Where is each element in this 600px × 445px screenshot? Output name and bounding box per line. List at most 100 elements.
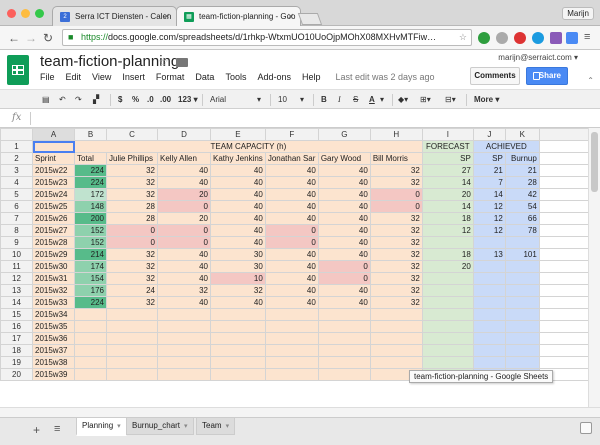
row-header[interactable]: 8: [0, 224, 33, 237]
share-button[interactable]: Share: [526, 67, 568, 85]
cell[interactable]: [538, 296, 595, 309]
column-header[interactable]: D: [157, 128, 211, 141]
cell[interactable]: 0: [264, 224, 319, 237]
cell[interactable]: 32: [369, 248, 423, 261]
cell[interactable]: [317, 308, 371, 321]
cell[interactable]: 10: [210, 272, 266, 285]
explore-icon[interactable]: [580, 422, 592, 434]
cell[interactable]: 2015w27: [32, 224, 75, 237]
forecast-title[interactable]: FORECAST: [421, 140, 474, 153]
menu-data[interactable]: Data: [195, 72, 214, 82]
row-header[interactable]: 5: [0, 188, 33, 201]
cell[interactable]: [538, 164, 595, 177]
cell[interactable]: [369, 344, 423, 357]
cell[interactable]: 40: [317, 164, 371, 177]
cell[interactable]: [157, 356, 211, 369]
cell[interactable]: [106, 332, 158, 345]
cell[interactable]: 172: [74, 188, 107, 201]
column-header[interactable]: A: [32, 128, 75, 141]
cell[interactable]: 40: [157, 260, 211, 273]
cell[interactable]: [538, 152, 595, 165]
header-cell[interactable]: Bill Morris: [369, 152, 423, 165]
cell[interactable]: 14: [472, 188, 506, 201]
last-edit-link[interactable]: Last edit was 2 days ago: [336, 72, 435, 82]
column-header[interactable]: J: [472, 128, 506, 141]
cell[interactable]: 28: [106, 200, 158, 213]
cell[interactable]: [472, 284, 506, 297]
cell[interactable]: 14: [421, 176, 474, 189]
menu-tools[interactable]: Tools: [225, 72, 246, 82]
cell[interactable]: [421, 344, 474, 357]
fill-color-icon[interactable]: ◆▾: [398, 93, 408, 106]
cell[interactable]: [74, 356, 107, 369]
cell[interactable]: 0: [369, 188, 423, 201]
cell[interactable]: 32: [106, 296, 158, 309]
cell[interactable]: 32: [106, 164, 158, 177]
row-header[interactable]: 6: [0, 200, 33, 213]
cell[interactable]: 18: [421, 248, 474, 261]
row-header[interactable]: 11: [0, 260, 33, 273]
merge-cells-icon[interactable]: ⊟▾: [445, 93, 456, 106]
cell[interactable]: [74, 308, 107, 321]
header-cell[interactable]: Gary Wood: [317, 152, 371, 165]
header-cell[interactable]: SP: [472, 152, 506, 165]
cell[interactable]: 32: [369, 284, 423, 297]
cell[interactable]: [421, 296, 474, 309]
cell[interactable]: 154: [74, 272, 107, 285]
font-dropdown-icon[interactable]: ▾: [257, 93, 261, 106]
cell[interactable]: 20: [421, 260, 474, 273]
cell[interactable]: [538, 332, 595, 345]
cell[interactable]: [472, 272, 506, 285]
cell[interactable]: 21: [504, 164, 540, 177]
cell[interactable]: 32: [369, 260, 423, 273]
cell[interactable]: 0: [317, 260, 371, 273]
all-sheets-button[interactable]: ≡: [54, 423, 60, 435]
cell[interactable]: 214: [74, 248, 107, 261]
cell[interactable]: [472, 260, 506, 273]
cell[interactable]: [157, 308, 211, 321]
new-tab-button[interactable]: [297, 13, 323, 25]
cell[interactable]: 32: [106, 248, 158, 261]
cell[interactable]: 40: [210, 176, 266, 189]
cell[interactable]: 40: [264, 272, 319, 285]
cell[interactable]: 12: [472, 224, 506, 237]
sheet-tab-team[interactable]: Team ▾: [196, 418, 236, 435]
strikethrough-button[interactable]: S: [353, 93, 358, 106]
cell[interactable]: 30: [210, 248, 266, 261]
cell[interactable]: 2015w35: [32, 320, 75, 333]
row-header[interactable]: 15: [0, 308, 33, 321]
cell[interactable]: [369, 332, 423, 345]
cell[interactable]: [538, 224, 595, 237]
cell[interactable]: 28: [106, 212, 158, 225]
menu-addons[interactable]: Add-ons: [257, 72, 291, 82]
cell[interactable]: [369, 356, 423, 369]
column-header[interactable]: F: [264, 128, 319, 141]
cell[interactable]: [538, 344, 595, 357]
minimize-window-button[interactable]: [21, 9, 30, 18]
cell[interactable]: 32: [106, 260, 158, 273]
cell[interactable]: [421, 272, 474, 285]
cell[interactable]: [421, 284, 474, 297]
cell[interactable]: 224: [74, 296, 107, 309]
cell[interactable]: 0: [106, 236, 158, 249]
column-header[interactable]: B: [74, 128, 107, 141]
column-header[interactable]: C: [106, 128, 158, 141]
achieved-title[interactable]: ACHIEVED: [472, 140, 540, 153]
cell[interactable]: [421, 308, 474, 321]
cell[interactable]: 40: [317, 236, 371, 249]
column-header[interactable]: K: [504, 128, 540, 141]
cell[interactable]: [504, 296, 540, 309]
cell[interactable]: 0: [264, 236, 319, 249]
row-header[interactable]: 2: [0, 152, 33, 165]
cell[interactable]: 21: [472, 164, 506, 177]
row-header[interactable]: 19: [0, 356, 33, 369]
cell[interactable]: 12: [472, 212, 506, 225]
cell[interactable]: [472, 296, 506, 309]
cell[interactable]: 40: [210, 188, 266, 201]
sheet-tab-burnup-chart[interactable]: Burnup_chart ▾: [126, 418, 194, 435]
bold-button[interactable]: B: [321, 93, 327, 106]
cell[interactable]: [504, 356, 540, 369]
cell[interactable]: [538, 236, 595, 249]
cell[interactable]: 14: [421, 200, 474, 213]
cell[interactable]: 27: [421, 164, 474, 177]
